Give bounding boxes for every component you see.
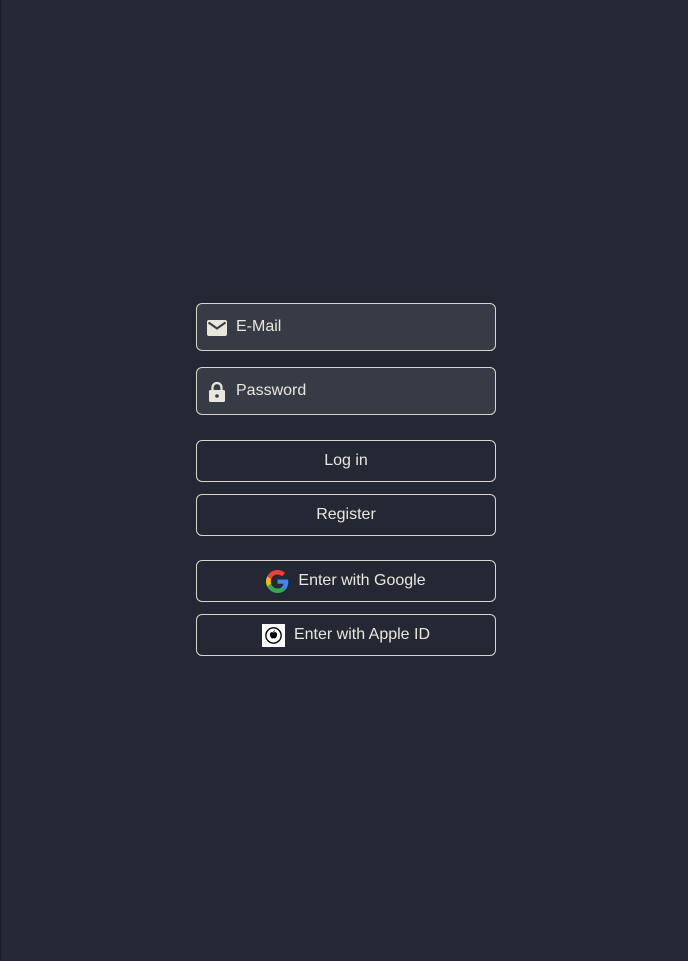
password-field[interactable]	[196, 367, 496, 415]
register-button[interactable]: Register	[196, 494, 496, 536]
google-login-button[interactable]: Enter with Google	[196, 560, 496, 602]
google-icon	[266, 569, 289, 593]
email-input[interactable]	[236, 304, 488, 350]
password-input[interactable]	[236, 368, 488, 414]
mail-icon	[206, 317, 228, 339]
login-button[interactable]: Log in	[196, 440, 496, 482]
apple-icon	[261, 623, 285, 647]
google-button-label: Enter with Google	[298, 572, 426, 589]
login-page: Log in Register Enter with Google	[0, 0, 688, 961]
apple-login-button[interactable]: Enter with Apple ID	[196, 614, 496, 656]
login-form: Log in Register Enter with Google	[196, 303, 496, 656]
lock-icon	[206, 381, 228, 403]
email-field[interactable]	[196, 303, 496, 351]
apple-button-label: Enter with Apple ID	[293, 626, 431, 643]
